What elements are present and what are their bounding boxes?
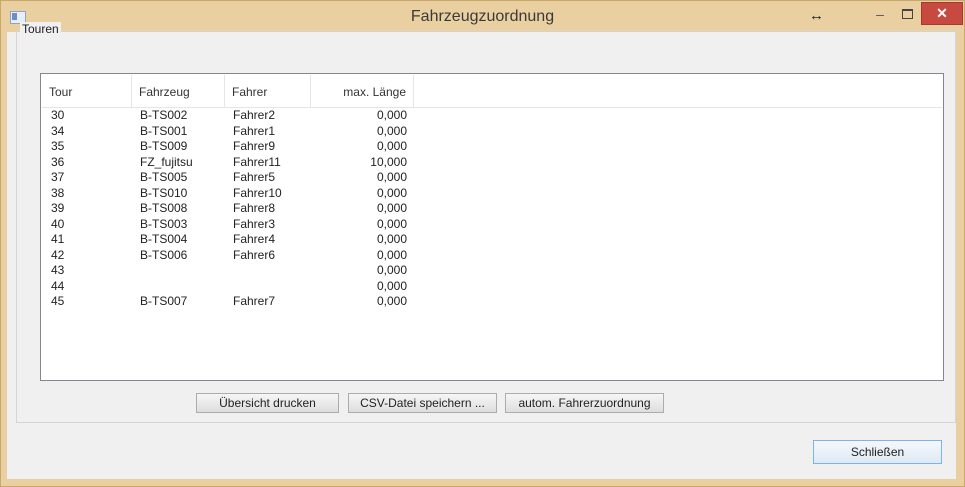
cell-tour: 42: [51, 247, 65, 262]
list-rows: 30 B-TS002 Fahrer2 0,000 34 B-TS001 Fahrer1 0,0…: [42, 108, 942, 310]
cell-fahrzeug: FZ_fujitsu: [140, 154, 193, 169]
cell-fahrzeug: B-TS003: [140, 216, 188, 231]
cell-max-laenge: 0,000: [376, 170, 407, 184]
cell-fahrzeug: B-TS008: [140, 201, 188, 215]
cell-fahrer: Fahrer2: [233, 108, 276, 122]
cell-fahrzeug: B-TS005: [140, 170, 188, 184]
cell-max-laenge: 10,000: [370, 154, 407, 169]
cell-fahrer: Fahrer11: [233, 154, 281, 169]
cell-fahrzeug: B-TS004: [140, 232, 188, 246]
cell-fahrzeug: B-TS010: [140, 185, 188, 200]
save-csv-button[interactable]: CSV-Datei speichern ...: [348, 393, 497, 413]
cell-max-laenge: 0,000: [376, 216, 407, 231]
list-header: Tour Fahrzeug Fahrer max. Länge: [42, 75, 942, 108]
cell-tour: 44: [51, 278, 65, 293]
resize-icon: ↔: [809, 7, 824, 24]
title-bar[interactable]: Fahrzeugzuordnung ↔ – ✕: [1, 1, 964, 33]
column-header-fahrer[interactable]: Fahrer: [225, 75, 311, 107]
table-row[interactable]: 42 B-TS006 Fahrer6 0,000: [42, 248, 942, 264]
table-row[interactable]: 30 B-TS002 Fahrer2 0,000: [42, 108, 942, 124]
table-row[interactable]: 37 B-TS005 Fahrer5 0,000: [42, 170, 942, 186]
column-header-fahrzeug[interactable]: Fahrzeug: [132, 75, 225, 107]
maximize-icon: [901, 9, 913, 19]
print-overview-button[interactable]: Übersicht drucken: [196, 393, 339, 413]
cell-fahrer: Fahrer8: [233, 201, 276, 215]
auto-assign-driver-button[interactable]: autom. Fahrerzuordnung: [505, 393, 664, 413]
cell-max-laenge: 0,000: [376, 185, 407, 200]
cell-fahrer: Fahrer9: [233, 139, 276, 153]
table-row[interactable]: 35 B-TS009 Fahrer9 0,000: [42, 139, 942, 155]
cell-max-laenge: 0,000: [376, 108, 407, 122]
table-row[interactable]: 38 B-TS010 Fahrer10 0,000: [42, 186, 942, 202]
table-row[interactable]: 36 FZ_fujitsu Fahrer11 10,000: [42, 155, 942, 171]
cell-tour: 34: [51, 123, 65, 138]
cell-fahrer: Fahrer7: [233, 294, 276, 308]
cell-max-laenge: 0,000: [376, 201, 407, 215]
maximize-button[interactable]: [894, 3, 920, 23]
cell-fahrer: Fahrer5: [233, 170, 276, 184]
cell-tour: 39: [51, 201, 65, 215]
table-row[interactable]: 34 B-TS001 Fahrer1 0,000: [42, 124, 942, 140]
column-header-max-laenge[interactable]: max. Länge: [311, 75, 414, 107]
cell-fahrzeug: B-TS006: [140, 247, 188, 262]
cell-fahrer: Fahrer1: [233, 123, 276, 138]
cell-max-laenge: 0,000: [376, 232, 407, 246]
cell-fahrer: Fahrer3: [233, 216, 276, 231]
cell-fahrzeug: B-TS001: [140, 123, 188, 138]
cell-fahrzeug: B-TS009: [140, 139, 188, 153]
cell-tour: 45: [51, 294, 65, 308]
close-window-button[interactable]: ✕: [921, 2, 963, 25]
cell-tour: 36: [51, 154, 65, 169]
table-row[interactable]: 45 B-TS007 Fahrer7 0,000: [42, 294, 942, 310]
cell-max-laenge: 0,000: [376, 294, 407, 308]
cell-max-laenge: 0,000: [376, 139, 407, 153]
table-row[interactable]: 44 0,000: [42, 279, 942, 295]
cell-fahrer: Fahrer4: [233, 232, 276, 246]
table-row[interactable]: 40 B-TS003 Fahrer3 0,000: [42, 217, 942, 233]
table-row[interactable]: 41 B-TS004 Fahrer4 0,000: [42, 232, 942, 248]
touren-group-label: Touren: [20, 22, 61, 36]
cell-fahrzeug: B-TS007: [140, 294, 188, 308]
cell-fahrer: Fahrer10: [233, 185, 282, 200]
cell-tour: 40: [51, 216, 65, 231]
table-row[interactable]: 39 B-TS008 Fahrer8 0,000: [42, 201, 942, 217]
cell-tour: 41: [51, 232, 65, 246]
cell-tour: 43: [51, 263, 65, 277]
cell-max-laenge: 0,000: [376, 263, 407, 277]
cell-tour: 30: [51, 108, 65, 122]
cell-fahrer: Fahrer6: [233, 247, 276, 262]
table-row[interactable]: 43 0,000: [42, 263, 942, 279]
cell-tour: 35: [51, 139, 65, 153]
cell-max-laenge: 0,000: [376, 278, 407, 293]
cell-max-laenge: 0,000: [376, 247, 407, 262]
tour-list[interactable]: Tour Fahrzeug Fahrer max. Länge 30 B-TS00…: [40, 73, 944, 381]
close-button[interactable]: Schließen: [813, 440, 942, 464]
cell-max-laenge: 0,000: [376, 123, 407, 138]
cell-fahrzeug: B-TS002: [140, 108, 188, 122]
column-header-tour[interactable]: Tour: [42, 75, 132, 107]
cell-tour: 37: [51, 170, 65, 184]
cell-tour: 38: [51, 185, 65, 200]
minimize-button[interactable]: –: [867, 3, 893, 23]
